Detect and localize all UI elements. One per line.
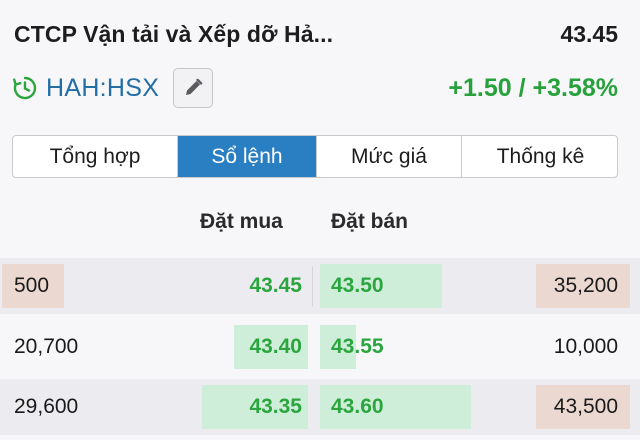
column-divider <box>312 266 313 306</box>
sub-header: HAH:HSX +1.50 / +3.58% <box>12 66 618 110</box>
ticker-symbol[interactable]: HAH:HSX <box>46 74 159 103</box>
tab-muc-gia[interactable]: Mức giá <box>317 136 462 177</box>
table-row: 500 43.45 43.50 35,200 <box>0 258 640 314</box>
table-row: 20,700 43.40 43.55 10,000 <box>0 319 640 375</box>
bid-column-header: Đặt mua <box>200 210 283 233</box>
table-row: 29,600 43.35 43.60 43,500 <box>0 379 640 435</box>
ticker-group: HAH:HSX <box>12 68 214 108</box>
tab-so-lenh[interactable]: Sổ lệnh <box>178 136 317 177</box>
clock-icon <box>12 75 38 101</box>
edit-button[interactable] <box>173 68 214 108</box>
header: CTCP Vận tải và Xếp dỡ Hả... 43.45 <box>14 16 618 52</box>
bid-quantity: 29,600 <box>14 395 79 418</box>
bid-price[interactable]: 43.45 <box>249 258 302 314</box>
ask-quantity: 43,500 <box>553 395 618 418</box>
tab-thong-ke[interactable]: Thống kê <box>462 136 617 177</box>
bid-quantity: 20,700 <box>14 335 79 358</box>
tab-bar: Tổng hợp Sổ lệnh Mức giá Thống kê <box>12 135 618 178</box>
ask-price[interactable]: 43.50 <box>331 258 384 314</box>
pencil-icon <box>186 78 203 95</box>
ask-price[interactable]: 43.60 <box>331 379 384 435</box>
bid-price[interactable]: 43.35 <box>249 379 302 435</box>
ask-price[interactable]: 43.55 <box>331 319 384 375</box>
tab-tong-hop[interactable]: Tổng hợp <box>13 136 178 177</box>
ask-quantity: 10,000 <box>553 335 618 358</box>
ask-column-header: Đặt bán <box>331 210 409 233</box>
company-name: CTCP Vận tải và Xếp dỡ Hả... <box>14 20 334 47</box>
ask-quantity: 35,200 <box>553 274 618 297</box>
bid-price[interactable]: 43.40 <box>249 319 302 375</box>
price-change: +1.50 / +3.58% <box>448 73 618 102</box>
current-price: 43.45 <box>560 20 618 47</box>
bid-quantity: 500 <box>14 274 50 297</box>
